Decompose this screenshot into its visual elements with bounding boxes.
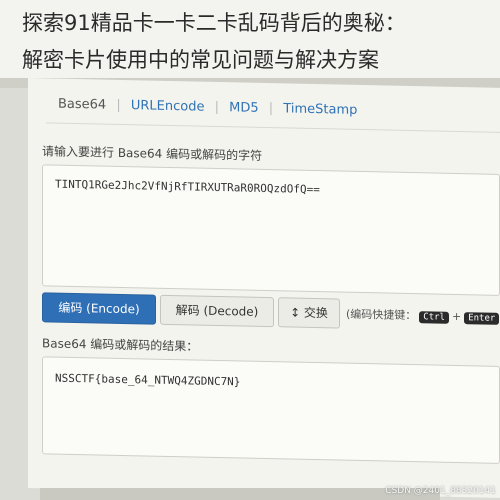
input-value: TINTQ1RGe2Jhc2VfNjRfTIRXUTRaR0ROQzdOfQ== (55, 177, 320, 197)
shortcut-hint: (编码快捷键： Ctrl + Enter (346, 306, 500, 325)
tab-separator: | (268, 101, 274, 117)
ctrl-key: Ctrl (419, 311, 449, 324)
headline-line-2: 解密卡片使用中的常见问题与解决方案 (22, 48, 379, 72)
input-textarea[interactable]: TINTQ1RGe2Jhc2VfNjRfTIRXUTRaR0ROQzdOfQ== (42, 164, 500, 296)
tab-separator: | (214, 99, 220, 116)
tab-separator: | (116, 97, 121, 113)
tab-md5[interactable]: MD5 (229, 100, 259, 116)
decode-button[interactable]: 解码 (Decode) (160, 294, 274, 328)
tool-tabs: Base64 | URLEncode | MD5 | TimeStamp (58, 97, 363, 118)
tab-base64[interactable]: Base64 (58, 97, 106, 113)
tab-divider (46, 122, 500, 134)
watermark: CSDN @2401_88320141 (385, 486, 496, 496)
blurred-bottom-buttons (40, 488, 440, 500)
input-label: 请输入要进行 Base64 编码或解码的字符 (42, 144, 263, 163)
shortcut-label: (编码快捷键： (346, 307, 417, 323)
swap-button[interactable]: ↕ 交换 (278, 297, 340, 329)
output-label: Base64 编码或解码的结果： (42, 336, 199, 354)
output-value: NSSCTF{base_64_NTWQ4ZGDNC7N} (55, 371, 241, 389)
tab-urlencode[interactable]: URLEncode (131, 98, 205, 115)
encode-button[interactable]: 编码 (Encode) (42, 292, 156, 325)
base64-tool-panel: Base64 | URLEncode | MD5 | TimeStamp 请输入… (28, 78, 500, 498)
tab-timestamp[interactable]: TimeStamp (283, 101, 357, 118)
enter-key: Enter (464, 312, 500, 325)
article-headline: 探索91精品卡一卡二卡乱码背后的奥秘： 解密卡片使用中的常见问题与解决方案 (0, 0, 500, 78)
shortcut-plus: + (451, 309, 462, 324)
output-textarea[interactable]: NSSCTF{base_64_NTWQ4ZGDNC7N} (42, 356, 500, 464)
headline-line-1: 探索91精品卡一卡二卡乱码背后的奥秘： (22, 11, 406, 35)
